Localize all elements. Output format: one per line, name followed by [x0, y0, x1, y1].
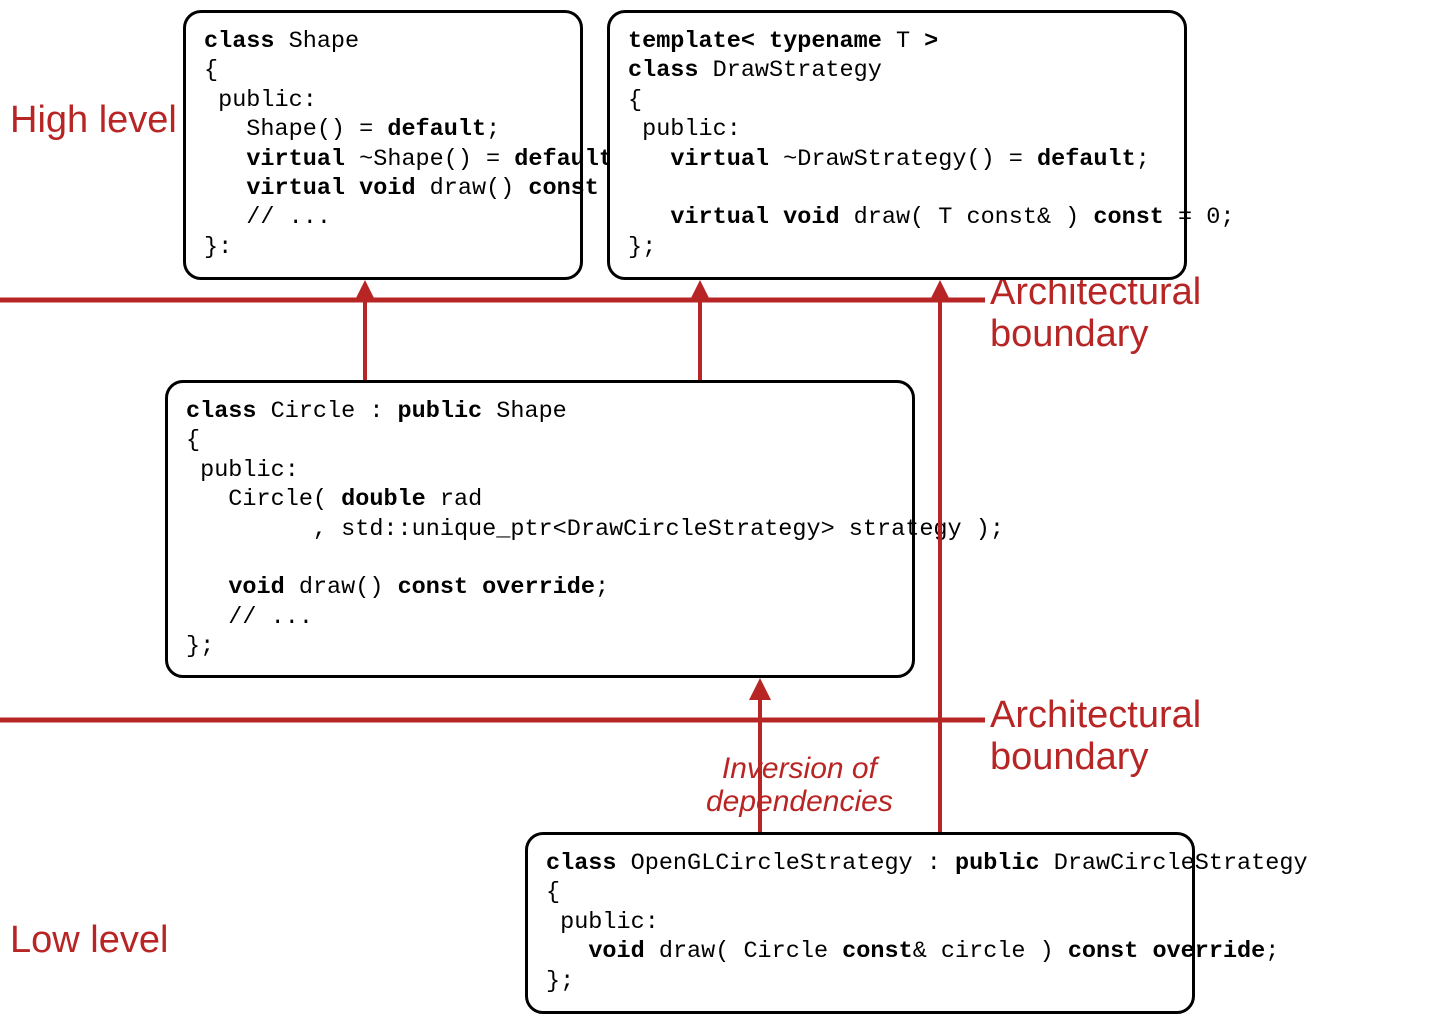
code-drawstrategy: template< typename T > class DrawStrateg… [628, 27, 1166, 262]
code-opengl: class OpenGLCircleStrategy : public Draw… [546, 849, 1174, 996]
code-shape: class Shape { public: Shape() = default;… [204, 27, 562, 262]
label-inversion: Inversion of dependencies [706, 752, 893, 818]
label-boundary-lower: Architectural boundary [990, 695, 1201, 779]
box-opengl: class OpenGLCircleStrategy : public Draw… [525, 832, 1195, 1014]
label-boundary-upper: Architectural boundary [990, 272, 1201, 356]
box-shape: class Shape { public: Shape() = default;… [183, 10, 583, 280]
code-circle: class Circle : public Shape { public: Ci… [186, 397, 894, 661]
label-low-level: Low level [10, 920, 168, 962]
box-circle: class Circle : public Shape { public: Ci… [165, 380, 915, 678]
label-high-level: High level [10, 100, 177, 142]
architecture-diagram: High level Low level Architectural bound… [0, 0, 1443, 1026]
box-drawstrategy: template< typename T > class DrawStrateg… [607, 10, 1187, 280]
